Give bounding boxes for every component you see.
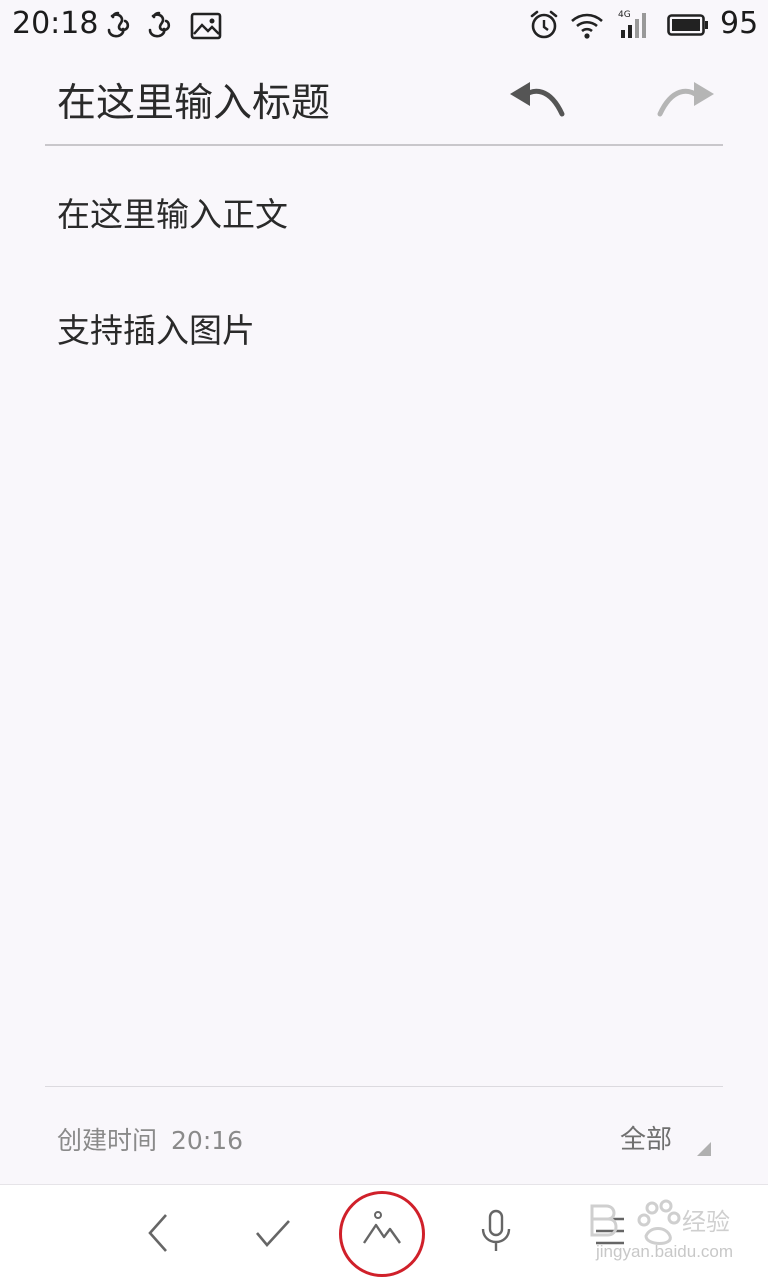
svg-text:4G: 4G: [618, 10, 631, 20]
created-label: 创建时间: [57, 1126, 158, 1155]
body-text-line[interactable]: 支持插入图片: [57, 304, 255, 352]
undo-button[interactable]: [506, 72, 570, 122]
alarm-icon: [530, 10, 558, 39]
note-editor-screen: 20:18 4G 95 在这里输入标题 在这里输入正文 支持插入图片 创建时间 …: [0, 0, 768, 1280]
wifi-icon: [571, 13, 603, 39]
highlight-circle: [339, 1191, 425, 1277]
image-icon: [190, 12, 222, 40]
battery-icon: [667, 14, 708, 36]
category-selector[interactable]: 全部: [620, 1119, 672, 1156]
voice-input-button[interactable]: [456, 1185, 536, 1280]
redo-icon: [657, 82, 714, 117]
dropdown-corner-icon: [697, 1142, 711, 1156]
signal-4g-icon: 4G: [618, 10, 646, 38]
undo-icon: [510, 82, 565, 117]
microphone-icon: [481, 1209, 511, 1251]
status-bar: 20:18 4G 95: [0, 0, 768, 52]
title-input[interactable]: 在这里输入标题: [57, 72, 330, 128]
confirm-icon: [256, 1220, 290, 1247]
confirm-button[interactable]: [233, 1185, 313, 1280]
battery-level: 95: [720, 6, 759, 41]
title-divider: [45, 144, 723, 146]
notification-app-icon: [107, 11, 130, 38]
redo-button[interactable]: [656, 72, 720, 122]
footer-divider: [45, 1086, 723, 1087]
created-time: 20:16: [171, 1126, 244, 1155]
svg-text:经验: 经验: [682, 1208, 730, 1236]
body-text-line[interactable]: 在这里输入正文: [57, 188, 288, 236]
back-icon: [148, 1214, 167, 1252]
notification-app-icon: [148, 11, 171, 38]
back-button[interactable]: [118, 1185, 198, 1280]
created-info: 创建时间 20:16: [57, 1121, 243, 1157]
watermark-text: jingyan.baidu.com: [596, 1242, 734, 1261]
status-time: 20:18: [12, 6, 99, 41]
